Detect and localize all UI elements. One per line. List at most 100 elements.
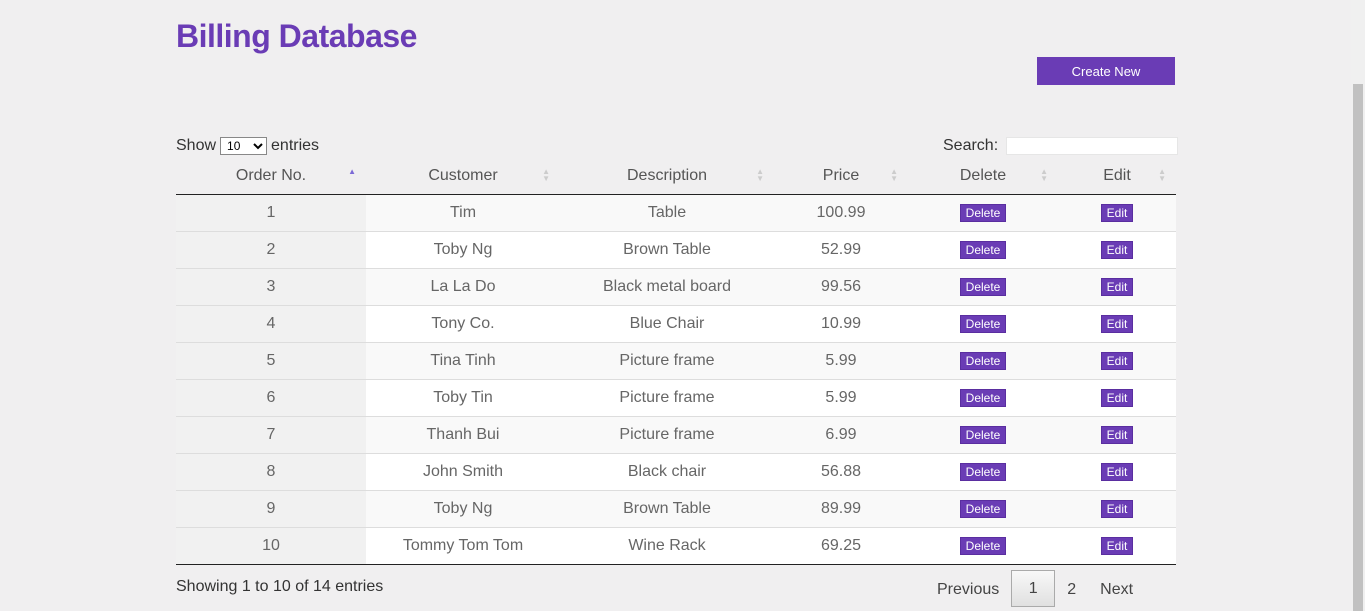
price-cell: 69.25 bbox=[774, 527, 908, 565]
table-row: 7 Thanh Bui Picture frame 6.99 Delete Ed… bbox=[176, 416, 1176, 454]
description-cell: Wine Rack bbox=[560, 527, 774, 565]
delete-button[interactable]: Delete bbox=[959, 537, 1007, 555]
edit-cell: Edit bbox=[1058, 379, 1176, 417]
delete-button[interactable]: Delete bbox=[959, 389, 1007, 407]
billing-table: Order No. ▲ Customer ▲ ▼ Description ▲ ▼ P… bbox=[176, 157, 1176, 565]
show-label: Show bbox=[176, 137, 217, 154]
page-title: Billing Database bbox=[176, 18, 417, 54]
delete-cell: Delete bbox=[908, 231, 1058, 269]
page-button-1[interactable]: 1 bbox=[1011, 570, 1056, 607]
table-row: 8 John Smith Black chair 56.88 Delete Ed… bbox=[176, 453, 1176, 491]
previous-button[interactable]: Previous bbox=[925, 572, 1011, 606]
price-cell: 52.99 bbox=[774, 231, 908, 269]
edit-button[interactable]: Edit bbox=[1100, 463, 1134, 481]
edit-button[interactable]: Edit bbox=[1100, 204, 1134, 222]
customer-cell: Toby Ng bbox=[366, 490, 560, 528]
customer-cell: Tommy Tom Tom bbox=[366, 527, 560, 565]
search-label: Search: bbox=[943, 137, 999, 154]
column-header-customer[interactable]: Customer ▲ ▼ bbox=[366, 157, 560, 195]
column-header-price[interactable]: Price ▲ ▼ bbox=[774, 157, 908, 195]
edit-cell: Edit bbox=[1058, 453, 1176, 491]
table-row: 10 Tommy Tom Tom Wine Rack 69.25 Delete … bbox=[176, 527, 1176, 565]
description-cell: Blue Chair bbox=[560, 305, 774, 343]
edit-button[interactable]: Edit bbox=[1100, 389, 1134, 407]
header-row: Order No. ▲ Customer ▲ ▼ Description ▲ ▼ P… bbox=[176, 157, 1176, 195]
sort-both-icon: ▲ ▼ bbox=[542, 167, 550, 183]
table-info: Showing 1 to 10 of 14 entries bbox=[176, 578, 384, 595]
next-button[interactable]: Next bbox=[1088, 572, 1145, 606]
customer-cell: Tina Tinh bbox=[366, 342, 560, 380]
delete-button[interactable]: Delete bbox=[959, 204, 1007, 222]
edit-cell: Edit bbox=[1058, 231, 1176, 269]
order-cell: 7 bbox=[176, 416, 366, 454]
description-cell: Black metal board bbox=[560, 268, 774, 306]
page-button-2[interactable]: 2 bbox=[1055, 572, 1088, 606]
sort-both-icon: ▲ ▼ bbox=[756, 167, 764, 183]
table-row: 1 Tim Table 100.99 Delete Edit bbox=[176, 194, 1176, 232]
delete-button[interactable]: Delete bbox=[959, 315, 1007, 333]
pagination: Previous 1 2 Next bbox=[925, 570, 1145, 607]
delete-button[interactable]: Delete bbox=[959, 463, 1007, 481]
table-row: 5 Tina Tinh Picture frame 5.99 Delete Ed… bbox=[176, 342, 1176, 380]
delete-button[interactable]: Delete bbox=[959, 500, 1007, 518]
column-header-order-no[interactable]: Order No. ▲ bbox=[176, 157, 366, 195]
description-cell: Picture frame bbox=[560, 342, 774, 380]
sort-both-icon: ▲ ▼ bbox=[1158, 167, 1166, 183]
delete-button[interactable]: Delete bbox=[959, 352, 1007, 370]
delete-cell: Delete bbox=[908, 490, 1058, 528]
price-cell: 100.99 bbox=[774, 194, 908, 232]
vertical-scrollbar[interactable] bbox=[1351, 0, 1365, 611]
delete-cell: Delete bbox=[908, 379, 1058, 417]
order-cell: 4 bbox=[176, 305, 366, 343]
order-cell: 5 bbox=[176, 342, 366, 380]
edit-button[interactable]: Edit bbox=[1100, 426, 1134, 444]
edit-button[interactable]: Edit bbox=[1100, 278, 1134, 296]
price-cell: 5.99 bbox=[774, 379, 908, 417]
edit-cell: Edit bbox=[1058, 305, 1176, 343]
table-row: 9 Toby Ng Brown Table 89.99 Delete Edit bbox=[176, 490, 1176, 528]
entries-per-page-select[interactable]: 10 bbox=[220, 137, 268, 155]
order-cell: 6 bbox=[176, 379, 366, 417]
search-control: Search: bbox=[943, 137, 1179, 155]
delete-cell: Delete bbox=[908, 342, 1058, 380]
description-cell: Picture frame bbox=[560, 416, 774, 454]
edit-button[interactable]: Edit bbox=[1100, 537, 1134, 555]
price-cell: 5.99 bbox=[774, 342, 908, 380]
table-row: 2 Toby Ng Brown Table 52.99 Delete Edit bbox=[176, 231, 1176, 269]
edit-cell: Edit bbox=[1058, 490, 1176, 528]
edit-cell: Edit bbox=[1058, 527, 1176, 565]
order-cell: 8 bbox=[176, 453, 366, 491]
sort-both-icon: ▲ ▼ bbox=[1040, 167, 1048, 183]
price-cell: 99.56 bbox=[774, 268, 908, 306]
delete-button[interactable]: Delete bbox=[959, 241, 1007, 259]
table-row: 4 Tony Co. Blue Chair 10.99 Delete Edit bbox=[176, 305, 1176, 343]
length-control: Show 10 entries bbox=[176, 137, 319, 155]
table-row: 6 Toby Tin Picture frame 5.99 Delete Edi… bbox=[176, 379, 1176, 417]
description-cell: Brown Table bbox=[560, 231, 774, 269]
column-header-delete[interactable]: Delete ▲ ▼ bbox=[908, 157, 1058, 195]
column-header-description[interactable]: Description ▲ ▼ bbox=[560, 157, 774, 195]
edit-button[interactable]: Edit bbox=[1100, 500, 1134, 518]
edit-button[interactable]: Edit bbox=[1100, 352, 1134, 370]
price-cell: 6.99 bbox=[774, 416, 908, 454]
description-cell: Picture frame bbox=[560, 379, 774, 417]
description-cell: Table bbox=[560, 194, 774, 232]
search-input[interactable] bbox=[1006, 137, 1179, 155]
create-new-button[interactable]: Create New bbox=[1037, 57, 1175, 85]
delete-button[interactable]: Delete bbox=[959, 278, 1007, 296]
edit-button[interactable]: Edit bbox=[1100, 241, 1134, 259]
customer-cell: La La Do bbox=[366, 268, 560, 306]
delete-cell: Delete bbox=[908, 453, 1058, 491]
delete-cell: Delete bbox=[908, 194, 1058, 232]
delete-button[interactable]: Delete bbox=[959, 426, 1007, 444]
order-cell: 9 bbox=[176, 490, 366, 528]
edit-cell: Edit bbox=[1058, 194, 1176, 232]
customer-cell: John Smith bbox=[366, 453, 560, 491]
edit-button[interactable]: Edit bbox=[1100, 315, 1134, 333]
sort-both-icon: ▲ ▼ bbox=[890, 167, 898, 183]
scrollbar-thumb[interactable] bbox=[1353, 84, 1363, 611]
customer-cell: Tony Co. bbox=[366, 305, 560, 343]
customer-cell: Thanh Bui bbox=[366, 416, 560, 454]
column-header-edit[interactable]: Edit ▲ ▼ bbox=[1058, 157, 1176, 195]
delete-cell: Delete bbox=[908, 416, 1058, 454]
